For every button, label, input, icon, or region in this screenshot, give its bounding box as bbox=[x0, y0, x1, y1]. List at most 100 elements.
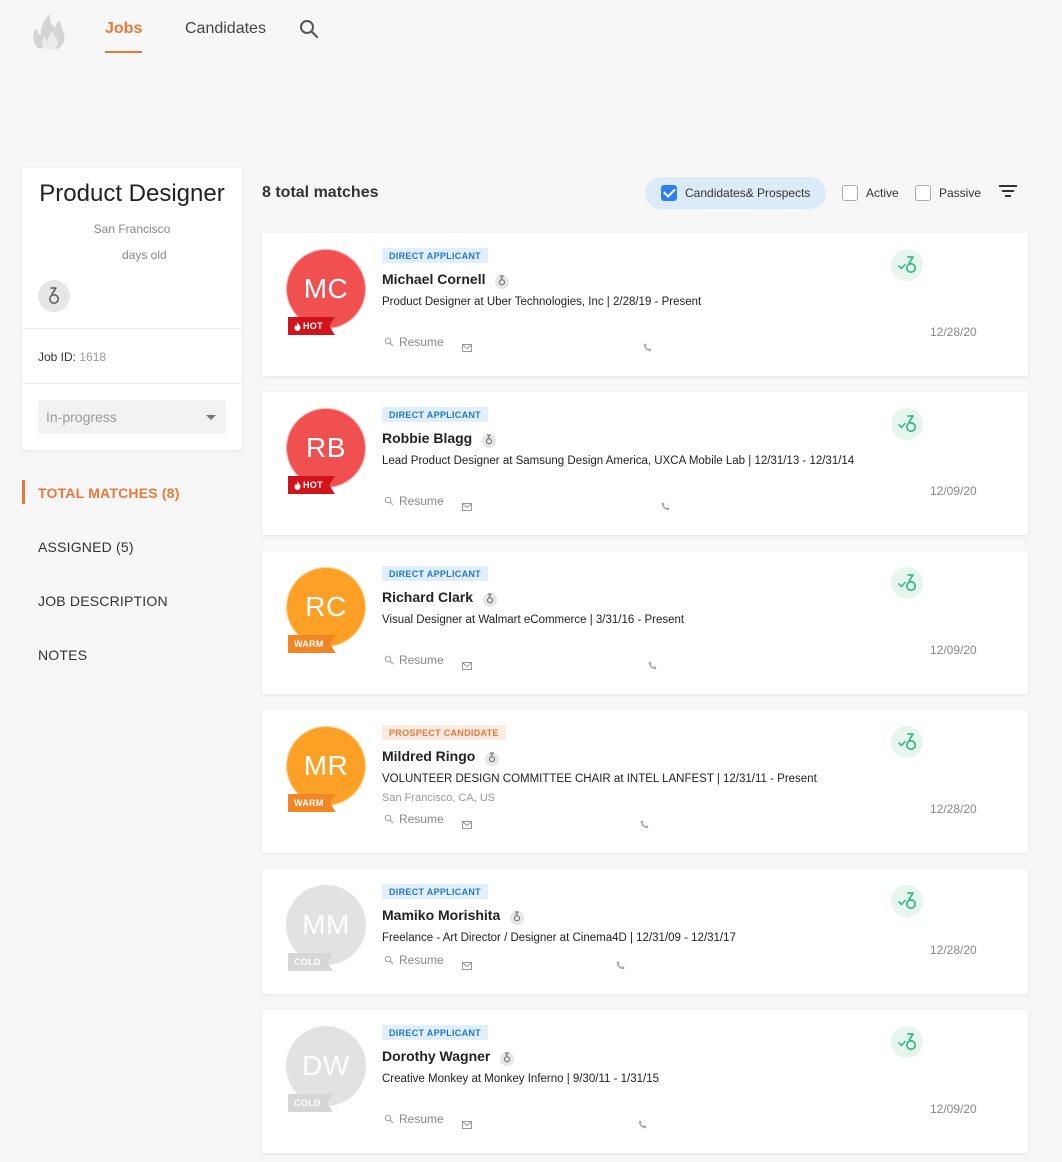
candidate-name-text: Robbie Blagg bbox=[382, 430, 473, 446]
candidate-name[interactable]: Mildred Ringo bbox=[382, 748, 500, 766]
candidate-name[interactable]: Michael Cornell bbox=[382, 271, 510, 289]
candidate-date: 12/09/20 bbox=[930, 484, 977, 498]
resume-link[interactable]: Resume bbox=[384, 494, 444, 508]
filter-label: Active bbox=[866, 186, 899, 200]
resume-link[interactable]: Resume bbox=[384, 335, 444, 349]
candidate-actions: Resume bbox=[384, 494, 444, 508]
candidate-date: 12/09/20 bbox=[930, 1102, 977, 1116]
candidate-role: Product Designer at Uber Technologies, I… bbox=[382, 296, 702, 308]
checkbox[interactable] bbox=[915, 185, 931, 201]
temperature-tag: WARM bbox=[288, 794, 336, 812]
candidate-name-text: Michael Cornell bbox=[382, 271, 486, 287]
candidate-name[interactable]: Robbie Blagg bbox=[382, 430, 497, 448]
job-status-select[interactable]: In-progress bbox=[38, 400, 226, 434]
candidate-card[interactable]: RB HOT DIRECT APPLICANT Robbie Blagg Lea… bbox=[262, 392, 1028, 535]
resume-link[interactable]: Resume bbox=[384, 653, 444, 667]
match-status-icon[interactable] bbox=[891, 1026, 923, 1058]
resume-label: Resume bbox=[399, 812, 444, 826]
profile-link-icon[interactable] bbox=[482, 593, 497, 607]
candidate-location: San Francisco, CA, US bbox=[382, 792, 496, 804]
profile-link-icon[interactable] bbox=[485, 752, 500, 766]
search-icon bbox=[384, 955, 394, 965]
candidate-card[interactable]: MC HOT DIRECT APPLICANT Michael Cornell … bbox=[262, 233, 1028, 376]
temperature-label: HOT bbox=[303, 321, 323, 331]
candidate-role: Freelance - Art Director / Designer at C… bbox=[382, 932, 736, 944]
candidate-name[interactable]: Richard Clark bbox=[382, 589, 497, 607]
resume-label: Resume bbox=[399, 1112, 444, 1126]
flame-logo-icon[interactable] bbox=[30, 10, 68, 50]
side-item-job-description[interactable]: JOB DESCRIPTION bbox=[22, 588, 242, 642]
candidate-card[interactable]: RC WARM DIRECT APPLICANT Richard Clark V… bbox=[262, 551, 1028, 694]
mail-icon[interactable] bbox=[462, 1116, 472, 1129]
candidate-role: Visual Designer at Walmart eCommerce | 3… bbox=[382, 614, 685, 626]
mail-icon[interactable] bbox=[462, 657, 472, 670]
applicant-type-badge: DIRECT APPLICANT bbox=[382, 407, 488, 422]
checkbox-checked[interactable] bbox=[661, 185, 677, 201]
flame-icon bbox=[294, 321, 301, 331]
filter-active[interactable]: Active bbox=[842, 185, 899, 201]
temperature-label: WARM bbox=[294, 798, 324, 808]
candidate-actions: Resume bbox=[384, 812, 444, 826]
job-side-menu: TOTAL MATCHES (8) ASSIGNED (5) JOB DESCR… bbox=[22, 480, 242, 696]
phone-icon[interactable] bbox=[661, 498, 670, 511]
filter-candidates-prospects[interactable]: Candidates& Prospects bbox=[645, 177, 826, 209]
candidate-date: 12/28/20 bbox=[930, 802, 977, 816]
profile-link-icon[interactable] bbox=[495, 275, 510, 289]
mail-icon[interactable] bbox=[462, 816, 472, 829]
filter-sort-icon[interactable] bbox=[998, 183, 1018, 199]
search-icon[interactable] bbox=[298, 18, 320, 40]
candidate-role: VOLUNTEER DESIGN COMMITTEE CHAIR at INTE… bbox=[382, 773, 817, 785]
side-item-total-matches[interactable]: TOTAL MATCHES (8) bbox=[22, 480, 242, 534]
avatar-initials: MC bbox=[303, 273, 349, 304]
job-id-label: Job ID: bbox=[38, 350, 77, 364]
candidate-name-text: Dorothy Wagner bbox=[382, 1048, 491, 1064]
phone-icon[interactable] bbox=[640, 816, 649, 829]
resume-link[interactable]: Resume bbox=[384, 953, 444, 967]
match-status-icon[interactable] bbox=[891, 885, 923, 917]
job-id: Job ID: 1618 bbox=[38, 350, 106, 364]
side-item-notes[interactable]: NOTES bbox=[22, 642, 242, 696]
candidate-date: 12/28/20 bbox=[930, 943, 977, 957]
mail-icon[interactable] bbox=[462, 957, 472, 970]
candidate-actions: Resume bbox=[384, 953, 444, 967]
match-status-icon[interactable] bbox=[891, 249, 923, 281]
side-item-assigned[interactable]: ASSIGNED (5) bbox=[22, 534, 242, 588]
job-match-badge-icon bbox=[38, 280, 70, 312]
checkbox[interactable] bbox=[842, 185, 858, 201]
match-status-icon[interactable] bbox=[891, 726, 923, 758]
chevron-down-icon bbox=[206, 415, 216, 420]
profile-link-icon[interactable] bbox=[500, 1052, 515, 1066]
temperature-tag: WARM bbox=[288, 635, 336, 653]
job-summary-card: Product Designer San Francisco days old … bbox=[22, 168, 242, 450]
mail-icon[interactable] bbox=[462, 498, 472, 511]
candidate-actions: Resume bbox=[384, 1112, 444, 1126]
candidate-name[interactable]: Dorothy Wagner bbox=[382, 1048, 515, 1066]
candidate-card[interactable]: MR WARM PROSPECT CANDIDATE Mildred Ringo… bbox=[262, 710, 1028, 853]
tab-jobs[interactable]: Jobs bbox=[105, 20, 143, 53]
profile-link-icon[interactable] bbox=[510, 911, 525, 925]
candidate-card[interactable]: MM COLD DIRECT APPLICANT Mamiko Morishit… bbox=[262, 869, 1028, 994]
search-icon bbox=[384, 337, 394, 347]
phone-icon[interactable] bbox=[616, 957, 625, 970]
filter-passive[interactable]: Passive bbox=[915, 185, 981, 201]
search-icon bbox=[384, 655, 394, 665]
temperature-tag: HOT bbox=[288, 317, 335, 335]
profile-link-icon[interactable] bbox=[482, 434, 497, 448]
candidate-card[interactable]: DW COLD DIRECT APPLICANT Dorothy Wagner … bbox=[262, 1010, 1028, 1153]
match-status-icon[interactable] bbox=[891, 567, 923, 599]
phone-icon[interactable] bbox=[638, 1116, 647, 1129]
top-nav: Jobs Candidates bbox=[0, 0, 1062, 60]
avatar-initials: MR bbox=[303, 750, 349, 781]
candidate-date: 12/28/20 bbox=[930, 325, 977, 339]
phone-icon[interactable] bbox=[643, 339, 652, 352]
tab-candidates[interactable]: Candidates bbox=[185, 20, 266, 38]
applicant-type-badge: DIRECT APPLICANT bbox=[382, 1025, 488, 1040]
phone-icon[interactable] bbox=[648, 657, 657, 670]
resume-link[interactable]: Resume bbox=[384, 1112, 444, 1126]
mail-icon[interactable] bbox=[462, 339, 472, 352]
applicant-type-badge: PROSPECT CANDIDATE bbox=[382, 725, 506, 740]
resume-label: Resume bbox=[399, 653, 444, 667]
candidate-name[interactable]: Mamiko Morishita bbox=[382, 907, 525, 925]
match-status-icon[interactable] bbox=[891, 408, 923, 440]
resume-link[interactable]: Resume bbox=[384, 812, 444, 826]
